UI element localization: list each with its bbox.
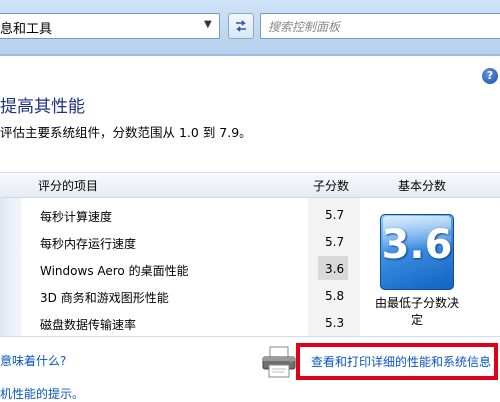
base-score-note: 由最低子分数决定 bbox=[374, 296, 459, 327]
base-score-value: 3.6 bbox=[381, 222, 453, 268]
refresh-button[interactable] bbox=[228, 13, 254, 39]
table-row-label: 磁盘数据传输速率 bbox=[40, 318, 137, 332]
left-panel-edge bbox=[0, 198, 22, 336]
table-bottom-divider bbox=[0, 336, 500, 337]
detail-info-link[interactable]: 查看和打印详细的性能和系统信息 bbox=[311, 353, 491, 370]
search-placeholder: 搜索控制面板 bbox=[268, 20, 341, 34]
table-row-value: 5.7 bbox=[325, 235, 345, 249]
address-dropdown-icon[interactable]: ▼ bbox=[204, 19, 212, 30]
table-row-label: Windows Aero 的桌面性能 bbox=[40, 264, 189, 278]
page-description: 评估主要系统组件，分数范围从 1.0 到 7.9。 bbox=[0, 125, 252, 140]
tips-link[interactable]: 机性能的提示。 bbox=[0, 385, 84, 402]
page-title: 提高其性能 bbox=[0, 97, 85, 117]
table-row-label: 每秒计算速度 bbox=[40, 210, 113, 224]
table-row-value: 3.6 bbox=[325, 262, 345, 276]
refresh-icon bbox=[236, 20, 246, 32]
printer-icon[interactable] bbox=[260, 345, 300, 379]
help-icon[interactable]: ? bbox=[482, 68, 498, 84]
table-row-value: 5.8 bbox=[325, 289, 345, 303]
table-row-label: 3D 商务和游戏图形性能 bbox=[40, 291, 169, 305]
column-header-subscore: 子分数 bbox=[313, 179, 350, 193]
address-text: 息和工具 bbox=[0, 22, 53, 37]
table-row-label: 每秒内存运行速度 bbox=[40, 237, 137, 251]
table-row-value: 5.3 bbox=[325, 316, 345, 330]
meaning-link[interactable]: 意味着什么? bbox=[0, 352, 66, 369]
column-header-component: 评分的项目 bbox=[38, 179, 99, 193]
toolbar-divider bbox=[0, 54, 500, 56]
column-header-base-score: 基本分数 bbox=[398, 179, 447, 193]
table-row-value: 5.7 bbox=[325, 208, 345, 222]
